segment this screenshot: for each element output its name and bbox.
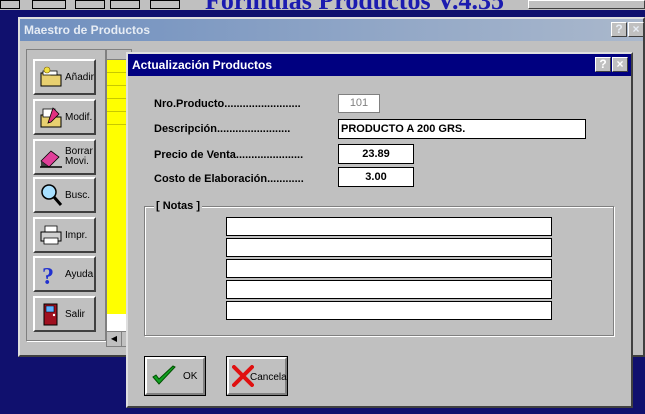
dialog-help-button[interactable]: ?	[595, 57, 611, 72]
production-cost-input[interactable]: 3.00	[338, 167, 414, 187]
modify-button[interactable]: Modif.	[33, 99, 96, 135]
notes-line-4[interactable]	[226, 280, 552, 299]
dialog-titlebar[interactable]: Actualización Productos ? ×	[128, 54, 631, 76]
master-close-button[interactable]: ×	[628, 22, 644, 37]
add-button-label: Añadir	[65, 72, 94, 83]
master-window-title: Maestro de Productos	[24, 23, 151, 37]
dialog-close-button[interactable]: ×	[612, 57, 628, 72]
folder-add-icon	[40, 66, 62, 87]
close-icon: ×	[632, 22, 640, 36]
notes-line-2[interactable]	[226, 238, 552, 257]
ok-button-label: OK	[183, 371, 198, 382]
print-button[interactable]: Impr.	[33, 217, 96, 253]
edit-folder-icon	[40, 107, 62, 128]
master-help-button[interactable]: ?	[611, 22, 627, 37]
help-button-label: Ayuda	[65, 269, 94, 280]
question-icon: ?	[42, 264, 54, 286]
toolbar-button[interactable]	[150, 0, 180, 9]
exit-button[interactable]: Salir	[33, 296, 96, 332]
product-update-dialog: Actualización Productos ? × Nro.Producto…	[126, 52, 633, 408]
background-app-toolbar: Formulas Productos V.4.35	[0, 0, 645, 10]
search-button-label: Busc.	[65, 190, 91, 201]
modify-button-label: Modif.	[65, 112, 93, 123]
question-icon: ?	[615, 22, 623, 36]
print-button-label: Impr.	[65, 230, 88, 241]
background-app-title: Formulas Productos V.4.35	[205, 0, 504, 10]
svg-text:?: ?	[42, 264, 54, 286]
description-input[interactable]: PRODUCTO A 200 GRS.	[338, 119, 586, 139]
printer-icon	[40, 225, 62, 245]
cancel-button-label: Cancela	[250, 372, 287, 383]
background-app-panel	[528, 0, 645, 9]
exit-button-label: Salir	[65, 309, 86, 320]
cancel-button[interactable]: Cancela	[226, 356, 288, 396]
delete-movement-button-label: Borrar Movi.	[65, 146, 93, 167]
toolbar-button[interactable]	[75, 0, 105, 9]
master-window-titlebar[interactable]: Maestro de Productos ? ×	[20, 19, 644, 41]
question-icon: ?	[599, 57, 607, 71]
notes-line-3[interactable]	[226, 259, 552, 278]
product-number-field: 101	[338, 94, 380, 113]
description-label: Descripción........................	[154, 123, 291, 135]
delete-movement-button[interactable]: Borrar Movi.	[33, 139, 96, 175]
checkmark-icon	[152, 365, 176, 385]
toolbar-button[interactable]	[32, 0, 66, 9]
sale-price-input[interactable]: 23.89	[338, 144, 414, 164]
toolbar-button[interactable]	[110, 0, 140, 9]
dialog-title: Actualización Productos	[132, 58, 273, 72]
eraser-icon	[40, 150, 62, 168]
search-button[interactable]: Busc.	[33, 177, 96, 213]
magnifier-icon	[41, 184, 63, 206]
toolbar-button[interactable]	[0, 0, 20, 9]
production-cost-label: Costo de Elaboración............	[154, 173, 304, 185]
notes-legend: [ Notas ]	[154, 200, 202, 212]
product-number-label: Nro.Producto.........................	[154, 98, 301, 110]
ok-button[interactable]: OK	[144, 356, 206, 396]
scroll-left-icon[interactable]: ◀	[107, 332, 122, 346]
notes-line-1[interactable]	[226, 217, 552, 236]
add-button[interactable]: Añadir	[33, 59, 96, 95]
help-button[interactable]: ? Ayuda	[33, 256, 96, 292]
exit-door-icon	[43, 303, 58, 326]
sale-price-label: Precio de Venta......................	[154, 149, 304, 161]
notes-line-5[interactable]	[226, 301, 552, 320]
close-icon: ×	[616, 57, 624, 71]
